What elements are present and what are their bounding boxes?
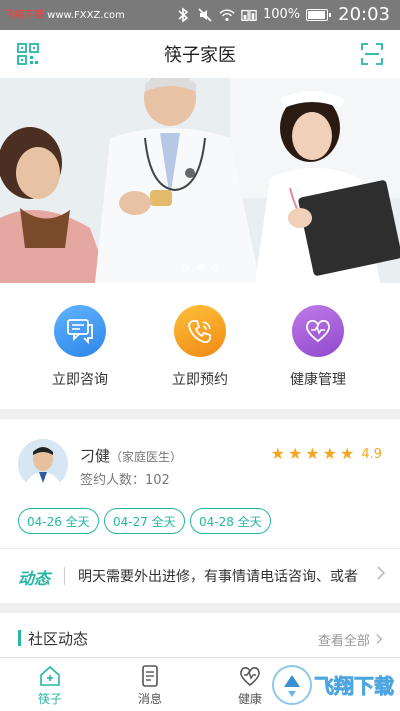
qr-code-icon[interactable]: [16, 42, 40, 66]
quick-actions: 立即咨询 立即预约 健康管理: [0, 283, 400, 409]
consult-now-button[interactable]: 立即咨询: [30, 305, 130, 389]
star-icon: ★: [270, 444, 285, 463]
wifi-icon: [219, 7, 235, 23]
book-now-button[interactable]: 立即预约: [150, 305, 250, 389]
status-bar-right: 100% 20:03: [175, 4, 390, 25]
banner-image: [0, 78, 400, 283]
star-icon: ★: [305, 444, 320, 463]
watermark-brand: 飞翔下载: [4, 10, 44, 21]
signal-icon: [241, 7, 257, 23]
rating-stars: ★ ★ ★ ★ ★ 4.9: [271, 446, 382, 462]
watermark-url: www.FXXZ.com: [44, 10, 125, 21]
action-label: 健康管理: [290, 372, 346, 388]
rating-value: 4.9: [361, 446, 382, 462]
battery-icon: [306, 8, 332, 21]
page-title: 筷子家医: [164, 45, 236, 66]
date-slot-pill[interactable]: 04-28 全天: [190, 508, 271, 534]
carousel-dot[interactable]: [181, 264, 189, 271]
star-icon: ★: [287, 444, 303, 463]
health-icon: [238, 664, 262, 688]
doctor-role: （家庭医生）: [110, 450, 183, 464]
tab-messages[interactable]: 消息: [110, 664, 190, 707]
status-bar-watermark: 飞翔下载 www.FXXZ.com: [4, 6, 125, 21]
doctor-avatar: [18, 439, 68, 489]
view-all-label: 查看全部: [317, 634, 370, 649]
chevron-right-icon: [376, 634, 383, 644]
status-bar: 飞翔下载 www.FXXZ.com 100% 20:03: [0, 0, 400, 30]
home-icon: [38, 664, 62, 688]
view-all-link[interactable]: 查看全部: [318, 630, 384, 649]
news-tag: 动态: [18, 569, 51, 588]
action-label: 立即预约: [172, 372, 228, 388]
doctor-name-row: 刁健（家庭医生）: [80, 445, 182, 466]
carousel-dot[interactable]: [211, 264, 219, 271]
tab-label: 消息: [137, 692, 162, 706]
community-section-header: 社区动态 查看全部: [0, 613, 400, 657]
message-icon: [138, 664, 162, 688]
mute-icon: [197, 7, 213, 23]
doctor-name: 刁健: [80, 447, 111, 465]
phone-icon: [174, 305, 226, 357]
chevron-right-icon[interactable]: [376, 565, 386, 585]
watermark-logo: 飞翔下载: [270, 663, 394, 707]
health-management-button[interactable]: 健康管理: [268, 305, 368, 389]
divider: [0, 548, 400, 549]
status-time: 20:03: [338, 4, 390, 25]
star-icon: ★: [322, 444, 337, 463]
carousel-indicators: [0, 264, 400, 271]
battery-percent: 100%: [262, 7, 301, 22]
section-accent-bar: [18, 630, 21, 646]
carousel-dot[interactable]: [196, 264, 204, 271]
star-icon: ★: [339, 444, 355, 463]
chat-icon: [54, 305, 106, 357]
battery-fill: [308, 10, 326, 19]
tab-label: 筷子: [37, 692, 62, 706]
scan-icon[interactable]: [360, 42, 384, 66]
doctor-card[interactable]: 刁健（家庭医生） 签约人数：102 ★ ★ ★ ★ ★ 4.9 04-26 全天 04-2…: [0, 419, 400, 603]
date-slot-pill[interactable]: 04-27 全天: [104, 508, 185, 534]
banner-carousel[interactable]: [0, 78, 400, 283]
signed-count: 签约人数：102: [80, 473, 170, 488]
date-slot-pill[interactable]: 04-26 全天: [18, 508, 99, 534]
tab-home[interactable]: 筷子: [10, 664, 90, 707]
news-text[interactable]: 明天需要外出进修，有事情请电话咨询、或者: [78, 566, 368, 586]
divider: [64, 567, 65, 585]
watermark-text: 飞翔下载: [314, 674, 394, 698]
bluetooth-icon: [175, 6, 191, 23]
action-label: 立即咨询: [52, 372, 108, 388]
app-header: 筷子家医: [0, 30, 400, 78]
heart-icon: [292, 305, 344, 357]
section-title: 社区动态: [28, 630, 89, 648]
